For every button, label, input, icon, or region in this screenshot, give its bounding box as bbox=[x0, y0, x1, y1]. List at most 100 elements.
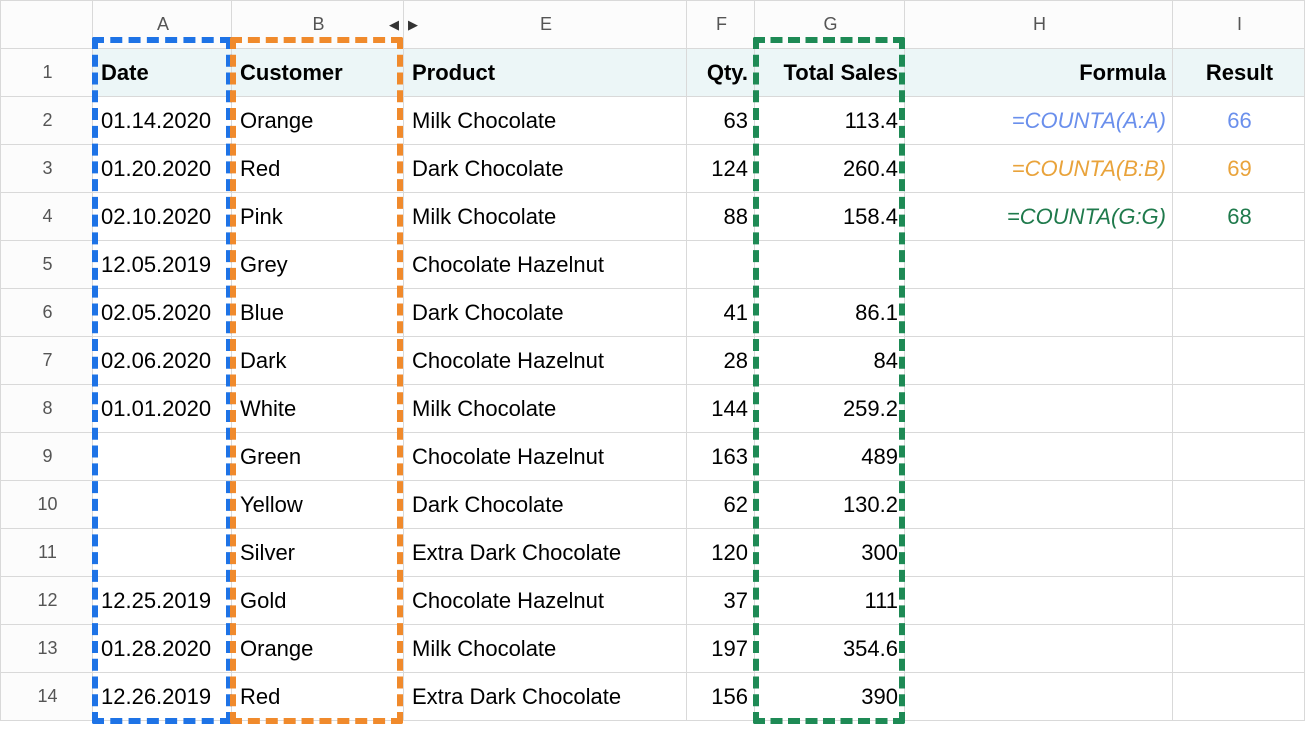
cell-E12[interactable]: Chocolate Hazelnut bbox=[404, 577, 687, 625]
cell-F6[interactable]: 41 bbox=[687, 289, 755, 337]
row-header[interactable]: 1 bbox=[1, 49, 93, 97]
cell-H13[interactable] bbox=[905, 625, 1173, 673]
cell-A5[interactable]: 12.05.2019 bbox=[93, 241, 232, 289]
cell-H5[interactable] bbox=[905, 241, 1173, 289]
cell-H9[interactable] bbox=[905, 433, 1173, 481]
cell-G8[interactable]: 259.2 bbox=[755, 385, 905, 433]
cell-B14[interactable]: Red bbox=[232, 673, 404, 721]
row-header[interactable]: 6 bbox=[1, 289, 93, 337]
cell-G2[interactable]: 113.4 bbox=[755, 97, 905, 145]
cell-I12[interactable] bbox=[1173, 577, 1305, 625]
cell-F9[interactable]: 163 bbox=[687, 433, 755, 481]
cell-E14[interactable]: Extra Dark Chocolate bbox=[404, 673, 687, 721]
cell-H8[interactable] bbox=[905, 385, 1173, 433]
cell-B2[interactable]: Orange bbox=[232, 97, 404, 145]
cell-F11[interactable]: 120 bbox=[687, 529, 755, 577]
cell-G10[interactable]: 130.2 bbox=[755, 481, 905, 529]
cell-A13[interactable]: 01.28.2020 bbox=[93, 625, 232, 673]
col-header-G[interactable]: G bbox=[755, 1, 905, 49]
cell-I13[interactable] bbox=[1173, 625, 1305, 673]
cell-A12[interactable]: 12.25.2019 bbox=[93, 577, 232, 625]
row-header[interactable]: 7 bbox=[1, 337, 93, 385]
cell-F7[interactable]: 28 bbox=[687, 337, 755, 385]
cell-G6[interactable]: 86.1 bbox=[755, 289, 905, 337]
cell-E5[interactable]: Chocolate Hazelnut bbox=[404, 241, 687, 289]
cell-B13[interactable]: Orange bbox=[232, 625, 404, 673]
cell-I10[interactable] bbox=[1173, 481, 1305, 529]
cell-I4[interactable]: 68 bbox=[1173, 193, 1305, 241]
cell-I5[interactable] bbox=[1173, 241, 1305, 289]
cell-A6[interactable]: 02.05.2020 bbox=[93, 289, 232, 337]
cell-I7[interactable] bbox=[1173, 337, 1305, 385]
col-header-B[interactable]: B ◀ bbox=[232, 1, 404, 49]
cell-H4[interactable]: =COUNTA(G:G) bbox=[905, 193, 1173, 241]
select-all-corner[interactable] bbox=[1, 1, 93, 49]
cell-H3[interactable]: =COUNTA(B:B) bbox=[905, 145, 1173, 193]
cell-F10[interactable]: 62 bbox=[687, 481, 755, 529]
cell-E11[interactable]: Extra Dark Chocolate bbox=[404, 529, 687, 577]
cell-I11[interactable] bbox=[1173, 529, 1305, 577]
cell-G9[interactable]: 489 bbox=[755, 433, 905, 481]
cell-B12[interactable]: Gold bbox=[232, 577, 404, 625]
cell-G13[interactable]: 354.6 bbox=[755, 625, 905, 673]
col-header-H[interactable]: H bbox=[905, 1, 1173, 49]
cell-F3[interactable]: 124 bbox=[687, 145, 755, 193]
cell-G11[interactable]: 300 bbox=[755, 529, 905, 577]
row-header[interactable]: 8 bbox=[1, 385, 93, 433]
cell-I9[interactable] bbox=[1173, 433, 1305, 481]
cell-F4[interactable]: 88 bbox=[687, 193, 755, 241]
expand-cols-right-icon[interactable]: ▶ bbox=[408, 17, 418, 33]
row-header[interactable]: 5 bbox=[1, 241, 93, 289]
cell-A4[interactable]: 02.10.2020 bbox=[93, 193, 232, 241]
cell-G7[interactable]: 84 bbox=[755, 337, 905, 385]
cell-H2[interactable]: =COUNTA(A:A) bbox=[905, 97, 1173, 145]
cell-H12[interactable] bbox=[905, 577, 1173, 625]
cell-E8[interactable]: Milk Chocolate bbox=[404, 385, 687, 433]
cell-B10[interactable]: Yellow bbox=[232, 481, 404, 529]
cell-H10[interactable] bbox=[905, 481, 1173, 529]
cell-B3[interactable]: Red bbox=[232, 145, 404, 193]
cell-G14[interactable]: 390 bbox=[755, 673, 905, 721]
cell-G5[interactable] bbox=[755, 241, 905, 289]
cell-H7[interactable] bbox=[905, 337, 1173, 385]
row-header[interactable]: 14 bbox=[1, 673, 93, 721]
col-header-F[interactable]: F bbox=[687, 1, 755, 49]
cell-F2[interactable]: 63 bbox=[687, 97, 755, 145]
cell-E6[interactable]: Dark Chocolate bbox=[404, 289, 687, 337]
cell-A2[interactable]: 01.14.2020 bbox=[93, 97, 232, 145]
row-header[interactable]: 13 bbox=[1, 625, 93, 673]
cell-B4[interactable]: Pink bbox=[232, 193, 404, 241]
col-header-E[interactable]: ▶ E bbox=[404, 1, 687, 49]
cell-E7[interactable]: Chocolate Hazelnut bbox=[404, 337, 687, 385]
cell-G12[interactable]: 111 bbox=[755, 577, 905, 625]
cell-G4[interactable]: 158.4 bbox=[755, 193, 905, 241]
cell-E10[interactable]: Dark Chocolate bbox=[404, 481, 687, 529]
row-header[interactable]: 10 bbox=[1, 481, 93, 529]
cell-B1[interactable]: Customer bbox=[232, 49, 404, 97]
cell-B9[interactable]: Green bbox=[232, 433, 404, 481]
cell-I1[interactable]: Result bbox=[1173, 49, 1305, 97]
cell-A11[interactable] bbox=[93, 529, 232, 577]
cell-E1[interactable]: Product bbox=[404, 49, 687, 97]
cell-F13[interactable]: 197 bbox=[687, 625, 755, 673]
row-header[interactable]: 12 bbox=[1, 577, 93, 625]
row-header[interactable]: 3 bbox=[1, 145, 93, 193]
cell-B7[interactable]: Dark bbox=[232, 337, 404, 385]
cell-I2[interactable]: 66 bbox=[1173, 97, 1305, 145]
cell-F5[interactable] bbox=[687, 241, 755, 289]
grid[interactable]: A B ◀ ▶ E F G H I 1 Date Customer Produc… bbox=[0, 0, 1305, 721]
cell-A9[interactable] bbox=[93, 433, 232, 481]
cell-E4[interactable]: Milk Chocolate bbox=[404, 193, 687, 241]
cell-H6[interactable] bbox=[905, 289, 1173, 337]
cell-I8[interactable] bbox=[1173, 385, 1305, 433]
col-header-A[interactable]: A bbox=[93, 1, 232, 49]
cell-F1[interactable]: Qty. bbox=[687, 49, 755, 97]
cell-A3[interactable]: 01.20.2020 bbox=[93, 145, 232, 193]
expand-cols-left-icon[interactable]: ◀ bbox=[389, 17, 399, 33]
cell-A10[interactable] bbox=[93, 481, 232, 529]
col-header-I[interactable]: I bbox=[1173, 1, 1305, 49]
cell-E13[interactable]: Milk Chocolate bbox=[404, 625, 687, 673]
cell-A8[interactable]: 01.01.2020 bbox=[93, 385, 232, 433]
cell-B11[interactable]: Silver bbox=[232, 529, 404, 577]
cell-A14[interactable]: 12.26.2019 bbox=[93, 673, 232, 721]
